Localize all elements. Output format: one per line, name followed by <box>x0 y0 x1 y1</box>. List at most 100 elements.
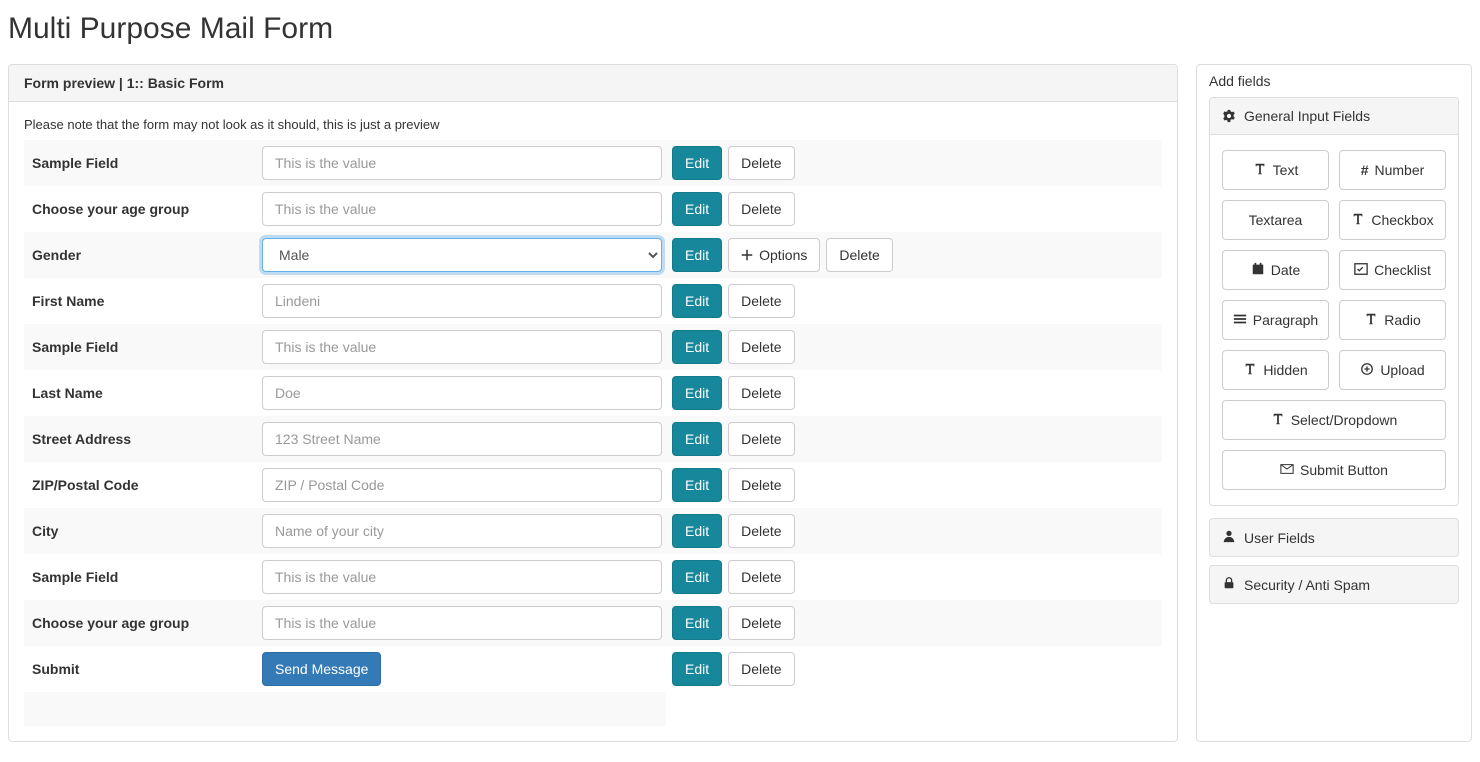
field-type-label: Checkbox <box>1371 212 1433 228</box>
field-row: Sample Field EditDelete <box>24 554 1162 600</box>
preview-note: Please note that the form may not look a… <box>24 117 1162 132</box>
field-type-label: Radio <box>1384 312 1421 328</box>
collapsed-section-security-anti-spam[interactable]: Security / Anti Spam <box>1209 565 1459 604</box>
field-label: Sample Field <box>32 155 262 171</box>
text-icon <box>1243 362 1257 379</box>
field-input[interactable] <box>262 514 662 548</box>
field-select[interactable]: Male <box>262 238 662 272</box>
field-label: ZIP/Postal Code <box>32 477 262 493</box>
plus-icon <box>741 249 753 261</box>
field-label: First Name <box>32 293 262 309</box>
submit-preview-button[interactable]: Send Message <box>262 652 381 686</box>
field-type-number[interactable]: #Number <box>1339 150 1446 190</box>
field-type-label: Textarea <box>1249 212 1303 228</box>
edit-button[interactable]: Edit <box>672 330 722 364</box>
general-input-fields-panel: General Input Fields Text #Number Textarea… <box>1209 97 1459 506</box>
field-type-textarea[interactable]: Textarea <box>1222 200 1329 240</box>
field-label: Choose your age group <box>32 615 262 631</box>
edit-button[interactable]: Edit <box>672 514 722 548</box>
edit-button[interactable]: Edit <box>672 284 722 318</box>
field-label: Sample Field <box>32 569 262 585</box>
edit-button[interactable]: Edit <box>672 652 722 686</box>
delete-button[interactable]: Delete <box>826 238 892 272</box>
add-fields-panel: Add fields General Input Fields Text #Num… <box>1196 64 1472 742</box>
field-type-checkbox[interactable]: Checkbox <box>1339 200 1446 240</box>
delete-button[interactable]: Delete <box>728 376 794 410</box>
field-row: Sample Field EditDelete <box>24 140 1162 186</box>
collapsed-section-label: User Fields <box>1244 530 1315 546</box>
field-type-date[interactable]: Date <box>1222 250 1329 290</box>
field-type-label: Checklist <box>1374 262 1431 278</box>
field-input[interactable] <box>262 192 662 226</box>
field-input[interactable] <box>262 376 662 410</box>
general-input-fields-heading[interactable]: General Input Fields <box>1210 98 1458 135</box>
edit-button[interactable]: Edit <box>672 238 722 272</box>
edit-button[interactable]: Edit <box>672 606 722 640</box>
collapsed-section-user-fields[interactable]: User Fields <box>1209 518 1459 557</box>
field-label: Sample Field <box>32 339 262 355</box>
field-input[interactable] <box>262 468 662 502</box>
form-preview-heading: Form preview | 1:: Basic Form <box>9 65 1177 102</box>
field-label: Street Address <box>32 431 262 447</box>
field-row: GenderMaleEdit OptionsDelete <box>24 232 1162 278</box>
edit-button[interactable]: Edit <box>672 560 722 594</box>
field-row: Last Name EditDelete <box>24 370 1162 416</box>
field-type-label: Select/Dropdown <box>1291 412 1398 428</box>
text-icon <box>1271 412 1285 429</box>
delete-button[interactable]: Delete <box>728 560 794 594</box>
edit-button[interactable]: Edit <box>672 192 722 226</box>
field-type-paragraph[interactable]: Paragraph <box>1222 300 1329 340</box>
delete-button[interactable]: Delete <box>728 468 794 502</box>
upload-icon <box>1360 362 1374 379</box>
blank-footer-row <box>24 692 666 726</box>
collapsed-section-label: Security / Anti Spam <box>1244 577 1370 593</box>
field-type-label: Date <box>1271 262 1301 278</box>
field-type-text[interactable]: Text <box>1222 150 1329 190</box>
field-row: Choose your age group EditDelete <box>24 600 1162 646</box>
field-type-label: Number <box>1375 162 1425 178</box>
field-input[interactable] <box>262 422 662 456</box>
field-type-label: Hidden <box>1263 362 1307 378</box>
field-label: Last Name <box>32 385 262 401</box>
field-type-select-dropdown[interactable]: Select/Dropdown <box>1222 400 1446 440</box>
user-icon <box>1222 529 1236 546</box>
list-check-icon <box>1354 262 1368 279</box>
field-row: Sample Field EditDelete <box>24 324 1162 370</box>
field-type-checklist[interactable]: Checklist <box>1339 250 1446 290</box>
delete-button[interactable]: Delete <box>728 146 794 180</box>
options-button[interactable]: Options <box>728 238 820 272</box>
field-row: Street Address EditDelete <box>24 416 1162 462</box>
field-type-label: Submit Button <box>1300 462 1388 478</box>
gear-icon <box>1222 109 1236 123</box>
field-type-upload[interactable]: Upload <box>1339 350 1446 390</box>
delete-button[interactable]: Delete <box>728 192 794 226</box>
field-input[interactable] <box>262 330 662 364</box>
add-fields-heading: Add fields <box>1197 65 1471 97</box>
field-input[interactable] <box>262 606 662 640</box>
delete-button[interactable]: Delete <box>728 422 794 456</box>
form-preview-panel: Form preview | 1:: Basic Form Please not… <box>8 64 1178 742</box>
delete-button[interactable]: Delete <box>728 652 794 686</box>
delete-button[interactable]: Delete <box>728 606 794 640</box>
edit-button[interactable]: Edit <box>672 468 722 502</box>
paragraph-icon <box>1233 312 1247 329</box>
edit-button[interactable]: Edit <box>672 146 722 180</box>
edit-button[interactable]: Edit <box>672 376 722 410</box>
field-row: CityEditDelete <box>24 508 1162 554</box>
text-icon <box>1364 312 1378 329</box>
general-heading-label: General Input Fields <box>1244 108 1370 124</box>
field-input[interactable] <box>262 284 662 318</box>
lock-icon <box>1222 576 1236 593</box>
text-icon <box>1351 212 1365 229</box>
field-type-hidden[interactable]: Hidden <box>1222 350 1329 390</box>
field-input[interactable] <box>262 560 662 594</box>
field-type-radio[interactable]: Radio <box>1339 300 1446 340</box>
field-type-label: Paragraph <box>1253 312 1318 328</box>
delete-button[interactable]: Delete <box>728 284 794 318</box>
field-type-submit-button[interactable]: Submit Button <box>1222 450 1446 490</box>
field-type-label: Text <box>1273 162 1299 178</box>
edit-button[interactable]: Edit <box>672 422 722 456</box>
field-input[interactable] <box>262 146 662 180</box>
delete-button[interactable]: Delete <box>728 330 794 364</box>
delete-button[interactable]: Delete <box>728 514 794 548</box>
